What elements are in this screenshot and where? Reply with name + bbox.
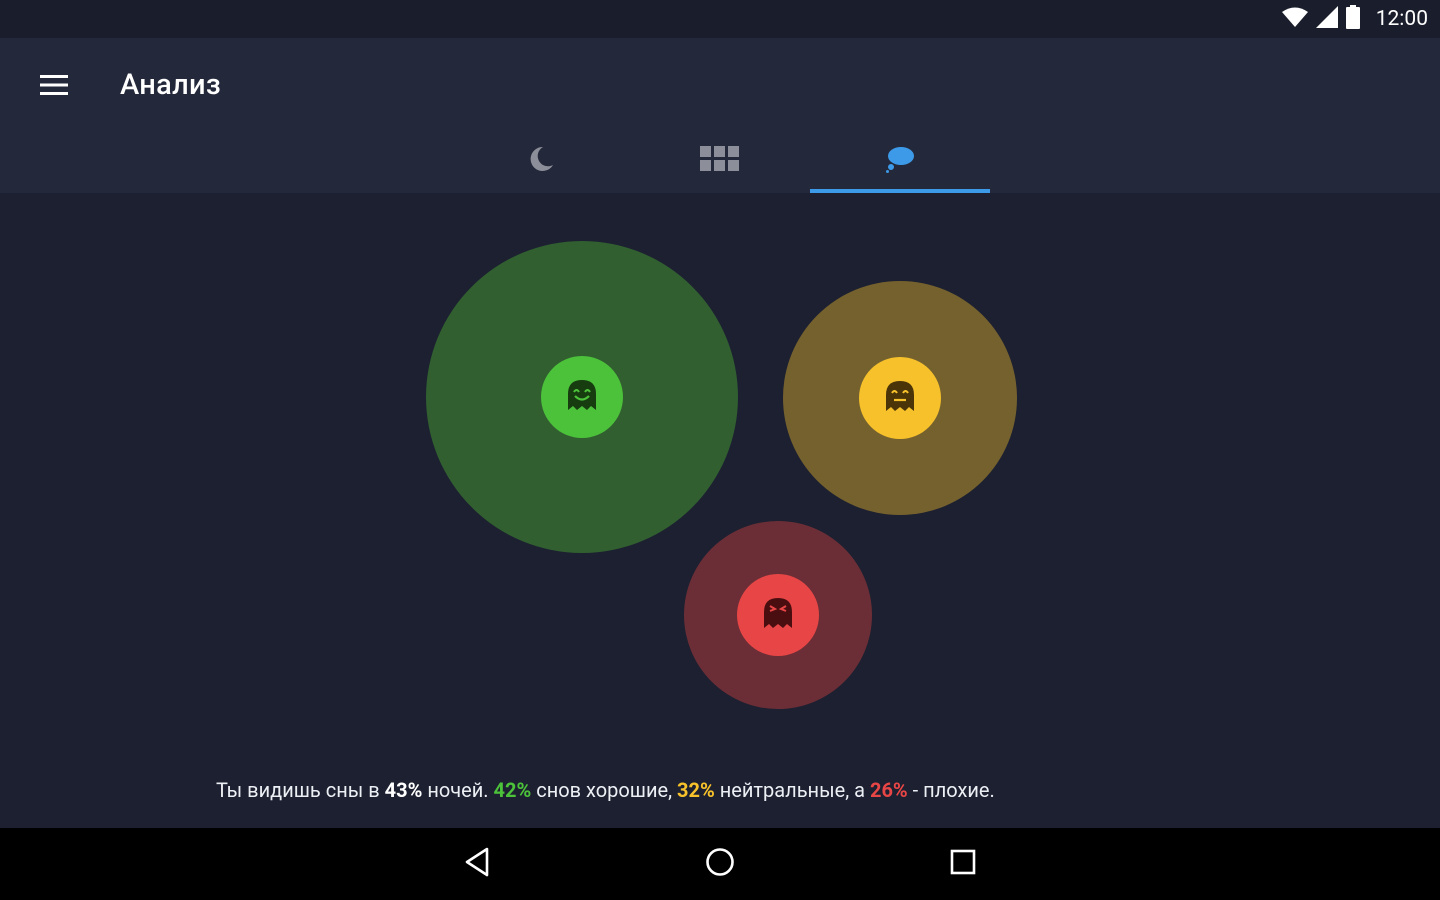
neutral-ghost-icon: [884, 379, 916, 417]
angry-ghost-icon: [762, 596, 794, 634]
summary-text-5: - плохие.: [907, 778, 995, 802]
back-button[interactable]: [356, 828, 599, 900]
app-bar: Анализ: [0, 38, 1440, 193]
bad-dreams-badge: [737, 574, 819, 656]
wifi-icon: [1281, 7, 1308, 31]
happy-ghost-icon: [566, 378, 598, 416]
battery-icon: [1345, 5, 1360, 33]
summary-text-1: Ты видишь сны в: [216, 778, 385, 802]
neutral-percent: 32%: [677, 778, 715, 802]
status-icons: 12:00: [1281, 5, 1428, 33]
status-bar: 12:00: [0, 0, 1440, 38]
dream-cloud-icon: [885, 145, 915, 177]
bad-percent: 26%: [869, 778, 908, 802]
menu-button[interactable]: [28, 66, 80, 108]
nights-percent: 43%: [384, 778, 423, 802]
dream-summary-text: Ты видишь сны в 43% ночей. 42% снов хоро…: [216, 778, 995, 802]
summary-text-4: нейтральные, а: [714, 778, 870, 802]
tab-statistics[interactable]: [630, 128, 810, 193]
home-button[interactable]: [599, 828, 842, 900]
home-icon: [705, 847, 735, 881]
dream-analysis-content: Ты видишь сны в 43% ночей. 42% снов хоро…: [0, 193, 1440, 828]
neutral-dreams-bubble[interactable]: [783, 281, 1017, 515]
back-icon: [464, 847, 490, 881]
good-dreams-badge: [541, 356, 623, 438]
system-navigation-bar: [0, 828, 1440, 900]
good-dreams-bubble[interactable]: [426, 241, 738, 553]
status-clock: 12:00: [1375, 7, 1428, 31]
bad-dreams-bubble[interactable]: [684, 521, 872, 709]
good-percent: 42%: [493, 778, 532, 802]
signal-icon: [1315, 6, 1338, 32]
hamburger-menu-icon: [40, 75, 68, 99]
recents-button[interactable]: [842, 828, 1085, 900]
page-title: Анализ: [120, 68, 221, 102]
summary-text-3: снов хорошие,: [531, 778, 678, 802]
neutral-dreams-badge: [859, 357, 941, 439]
tab-bar: [450, 128, 990, 193]
grid-icon: [700, 145, 740, 176]
summary-text-2: ночей.: [422, 778, 494, 802]
moon-icon: [526, 145, 554, 177]
tab-dreams[interactable]: [810, 128, 990, 193]
tab-sleep[interactable]: [450, 128, 630, 193]
recents-icon: [950, 849, 976, 879]
